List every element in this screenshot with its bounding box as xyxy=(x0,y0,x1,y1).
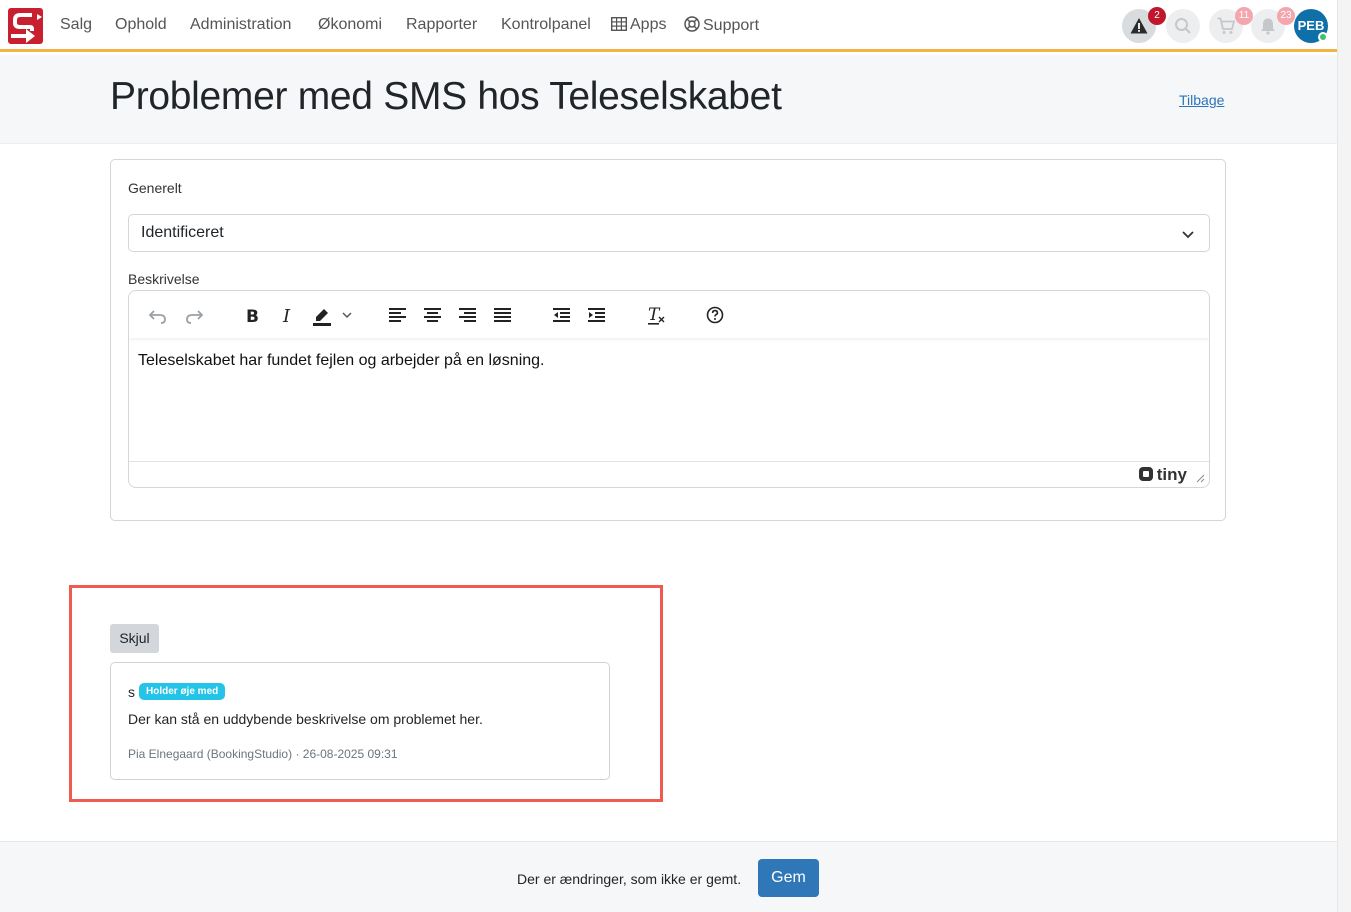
tiny-logo-icon xyxy=(1138,466,1154,487)
nav-item-rapporter[interactable]: Rapporter xyxy=(406,16,477,34)
alerts-badge: 2 xyxy=(1148,7,1166,25)
rich-text-editor[interactable]: B I T Teleselskabet har fundet fejlen og… xyxy=(128,290,1210,488)
warning-icon xyxy=(1130,18,1148,34)
cart-button[interactable]: 11 xyxy=(1209,7,1253,43)
align-center-icon[interactable] xyxy=(421,303,445,327)
alerts-button[interactable]: 2 xyxy=(1122,7,1166,43)
page-header: Problemer med SMS hos Teleselskabet Tilb… xyxy=(0,55,1337,144)
nav-item-okonomi[interactable]: Økonomi xyxy=(318,16,382,34)
status-badge: Holder øje med xyxy=(139,683,226,700)
tiny-brand-label: tiny xyxy=(1156,465,1187,484)
avatar[interactable]: PEB xyxy=(1294,9,1328,43)
save-button[interactable]: Gem xyxy=(758,859,819,897)
status-select-value: Identificeret xyxy=(141,224,224,241)
italic-icon[interactable]: I xyxy=(276,303,300,327)
editor-toolbar: B I T xyxy=(129,291,1209,338)
grid-icon xyxy=(610,16,628,36)
help-icon[interactable] xyxy=(703,303,727,327)
tiny-brand[interactable]: tiny xyxy=(1138,465,1187,487)
page-title: Problemer med SMS hos Teleselskabet xyxy=(110,75,782,118)
cart-icon xyxy=(1217,17,1235,34)
redo-icon[interactable] xyxy=(182,303,206,327)
nav-item-kontrolpanel[interactable]: Kontrolpanel xyxy=(501,16,591,34)
hide-notes-button[interactable]: Skjul xyxy=(110,624,159,653)
app-window: Salg Ophold Administration Økonomi Rappo… xyxy=(0,0,1337,912)
note-author-initial: s xyxy=(128,684,135,700)
justify-icon[interactable] xyxy=(491,303,515,327)
general-label: Generelt xyxy=(128,180,182,196)
nav-item-apps[interactable]: Apps xyxy=(610,16,667,36)
highlight-icon[interactable] xyxy=(311,303,355,327)
notifications-badge: 23 xyxy=(1277,7,1295,25)
nav-item-administration[interactable]: Administration xyxy=(190,16,291,34)
save-bar: Der er ændringer, som ikke er gemt. Gem xyxy=(0,841,1337,912)
problem-form-card: Generelt Identificeret Beskrivelse B I T… xyxy=(110,159,1226,521)
bold-icon[interactable]: B xyxy=(241,303,265,327)
bell-icon xyxy=(1261,18,1275,35)
scrollbar[interactable] xyxy=(1337,0,1351,912)
lifebuoy-icon xyxy=(684,16,700,37)
clear-format-icon[interactable]: T xyxy=(644,303,668,327)
nav-item-support[interactable]: Support xyxy=(684,16,759,37)
search-icon xyxy=(1175,18,1191,34)
resize-handle-icon[interactable] xyxy=(1195,473,1205,483)
chevron-down-icon xyxy=(1182,231,1194,239)
svg-text:B: B xyxy=(246,307,259,327)
nav-item-ophold[interactable]: Ophold xyxy=(115,16,167,34)
note-text: Der kan stå en uddybende beskrivelse om … xyxy=(128,711,483,727)
top-navbar: Salg Ophold Administration Økonomi Rappo… xyxy=(0,0,1337,52)
unsaved-changes-text: Der er ændringer, som ikke er gemt. xyxy=(517,871,742,887)
back-link[interactable]: Tilbage xyxy=(1179,92,1224,108)
align-right-icon[interactable] xyxy=(456,303,480,327)
svg-text:I: I xyxy=(282,306,291,327)
notifications-button[interactable]: 23 xyxy=(1251,7,1295,43)
online-status-dot xyxy=(1318,32,1328,42)
editor-statusbar: tiny xyxy=(129,461,1209,487)
status-select[interactable]: Identificeret xyxy=(128,214,1210,252)
search-button[interactable] xyxy=(1166,9,1200,43)
editor-content[interactable]: Teleselskabet har fundet fejlen og arbej… xyxy=(138,352,544,370)
avatar-initials: PEB xyxy=(1297,18,1325,33)
align-left-icon[interactable] xyxy=(386,303,410,327)
outdent-icon[interactable] xyxy=(550,303,574,327)
logo-icon[interactable] xyxy=(8,8,43,44)
indent-icon[interactable] xyxy=(585,303,609,327)
note-meta: Pia Elnegaard (BookingStudio) · 26-08-20… xyxy=(128,747,398,761)
undo-icon[interactable] xyxy=(146,303,170,327)
note-card: s Holder øje med Der kan stå en uddybend… xyxy=(110,662,610,780)
description-label: Beskrivelse xyxy=(128,271,200,287)
apps-label: Apps xyxy=(630,16,667,33)
nav-item-salg[interactable]: Salg xyxy=(60,16,92,34)
support-label: Support xyxy=(703,17,760,34)
